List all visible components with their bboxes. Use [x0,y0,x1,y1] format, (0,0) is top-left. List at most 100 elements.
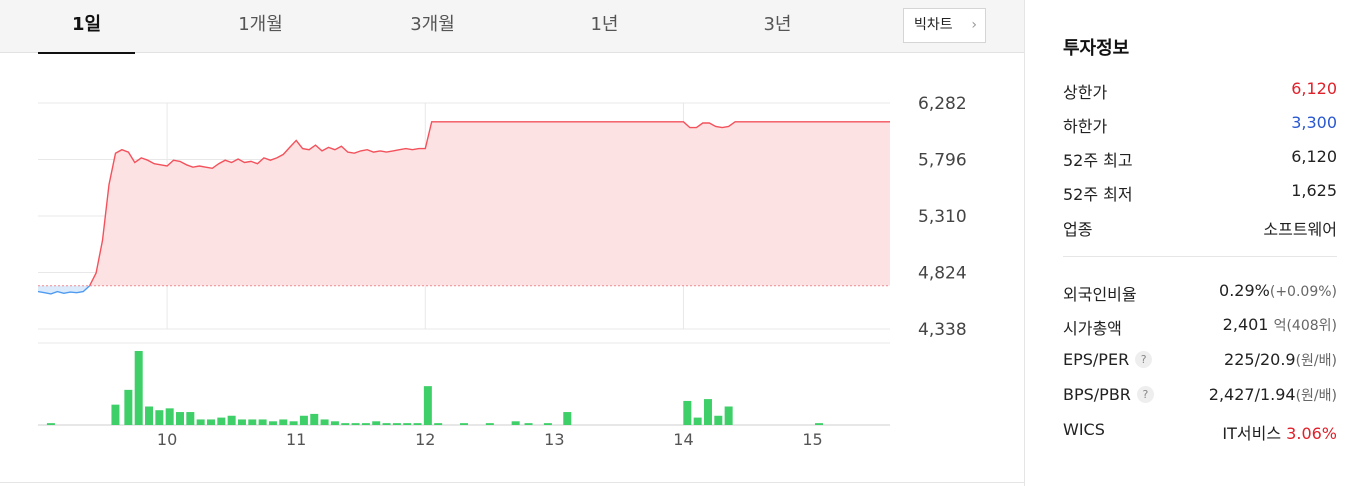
low52-value: 1,625 [1291,181,1337,200]
foreign-ratio: 0.29% [1219,281,1270,300]
volume-bar [155,410,164,425]
volume-bar [111,404,120,425]
volume-bar [382,423,391,425]
tab-1day[interactable]: 1일 [38,0,135,54]
foreign-ratio-change: (+0.09%) [1269,284,1337,300]
volume-bar [46,423,55,425]
volume-bar [403,423,412,425]
volume-bar [134,351,143,425]
wics-label: WICS [1063,420,1105,439]
y-tick-label: 6,282 [918,94,967,114]
x-tick-label: 15 [802,430,822,449]
tab-1month[interactable]: 1개월 [212,0,309,53]
foreign-ratio-value: 0.29%(+0.09%) [1219,281,1337,300]
eps-per-row: EPS/PER? 225/20.9(원/배) [1063,350,1337,374]
wics-value: IT서비스 3.06% [1222,420,1337,444]
bps-pbr: 2,427/1.94 [1208,385,1296,404]
volume-bar [413,423,422,425]
y-axis: 6,282 5,796 5,310 4,824 4,338 [918,94,967,340]
volume-bar [693,417,702,425]
info-title: 투자정보 [1063,38,1130,59]
volume-bar [361,423,370,425]
chart-panel: 1일 1개월 3개월 1년 3년 빅차트 › 6,282 5,796 5,310 4,… [0,0,1025,486]
x-tick-label: 12 [415,430,435,449]
volume-bar [392,423,401,425]
high52-label: 52주 최고 [1063,151,1133,170]
x-tick-label: 10 [157,430,177,449]
bps-pbr-label-text: BPS/PBR [1063,385,1131,404]
volume-bars [46,351,823,425]
sector-value: 소프트웨어 [1263,220,1337,239]
x-tick-label: 13 [544,430,564,449]
bigchart-button[interactable]: 빅차트 › [903,8,986,43]
price-up-fill [38,121,890,286]
wics-sector: IT서비스 [1222,424,1282,443]
x-tick-label: 11 [286,430,306,449]
high52-row: 52주 최고 6,120 [1063,147,1337,171]
volume-bar [341,423,350,425]
bps-pbr-label: BPS/PBR? [1063,385,1154,404]
market-cap-rank: (408위) [1286,318,1337,334]
low52-label: 52주 최저 [1063,185,1133,204]
lower-limit-value: 3,300 [1291,113,1337,132]
volume-bar [320,419,329,425]
market-cap-unit: 억 [1273,318,1287,334]
price-area [38,121,890,295]
volume-bar [511,421,520,425]
volume-bar [258,419,267,425]
bps-pbr-row: BPS/PBR? 2,427/1.94(원/배) [1063,385,1337,409]
volume-bar [724,406,733,425]
wics-change: 3.06% [1286,424,1337,443]
upper-limit-value: 6,120 [1291,79,1337,98]
volume-bar [351,423,360,425]
help-icon[interactable]: ? [1136,386,1154,403]
volume-bar [227,415,236,425]
high52-value: 6,120 [1291,147,1337,166]
upper-limit-label: 상한가 [1063,83,1108,102]
y-tick-label: 4,338 [918,320,967,340]
volume-bar [124,389,133,425]
bigchart-label: 빅차트 [914,17,953,33]
market-cap: 2,401 [1222,315,1269,334]
tab-1year[interactable]: 1년 [556,0,653,53]
low52-row: 52주 최저 1,625 [1063,181,1337,205]
eps-per-label-text: EPS/PER [1063,350,1130,369]
volume-bar [460,423,468,425]
volume-bar [543,423,552,425]
volume-bar [268,421,277,425]
volume-bar [310,413,319,425]
foreign-ratio-row: 외국인비율 0.29%(+0.09%) [1063,281,1337,305]
volume-bar [289,421,298,425]
tab-3month[interactable]: 3개월 [384,0,481,53]
volume-bar [248,419,257,425]
help-icon[interactable]: ? [1135,351,1153,368]
lower-limit-row: 하한가 3,300 [1063,113,1337,137]
volume-bar [186,412,195,425]
stock-widget: 1일 1개월 3개월 1년 3년 빅차트 › 6,282 5,796 5,310 4,… [0,0,1367,486]
x-axis: 10 11 12 13 14 15 [157,430,823,449]
volume-bar [815,423,823,425]
volume-bar [237,419,246,425]
volume-bar [524,423,533,425]
volume-bar [423,386,432,425]
eps-per-value: 225/20.9(원/배) [1224,350,1337,370]
volume-bar [206,419,215,425]
sector-row: 업종 소프트웨어 [1063,216,1337,240]
tab-3year[interactable]: 3년 [729,0,826,53]
x-tick-label: 14 [673,430,693,449]
market-cap-row: 시가총액 2,401 억(408위) [1063,315,1337,339]
upper-limit-row: 상한가 6,120 [1063,79,1337,103]
eps-per-label: EPS/PER? [1063,350,1153,369]
sector-label: 업종 [1063,220,1093,239]
foreign-ratio-label: 외국인비율 [1063,285,1137,304]
investment-info-panel: 투자정보 상한가 6,120 하한가 3,300 52주 최고 6,120 52… [1026,0,1367,486]
period-tabbar: 1일 1개월 3개월 1년 3년 빅차트 › [0,0,1024,54]
volume-bar [330,421,339,425]
volume-bar [683,400,692,425]
price-chart: 6,282 5,796 5,310 4,824 4,338 10 11 12 13 14 15 [38,94,967,449]
volume-bar [279,419,288,425]
eps-per-unit: (원/배) [1295,353,1337,369]
volume-bar [703,399,712,425]
market-cap-label: 시가총액 [1063,319,1122,338]
volume-bar [563,412,572,425]
